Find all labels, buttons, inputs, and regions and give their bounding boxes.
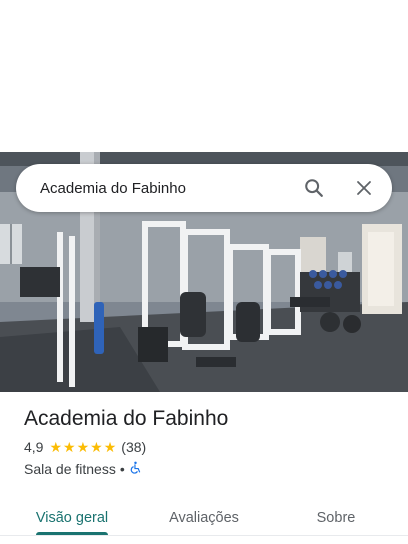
wheelchair-icon [129, 461, 142, 477]
star-icon: ★ [49, 439, 63, 455]
rating-row[interactable]: 4,9 ★ ★ ★ ★ ★ (38) [24, 439, 394, 455]
category-row: Sala de fitness • [24, 461, 394, 477]
star-icon: ★ [103, 439, 117, 455]
review-count[interactable]: (38) [121, 439, 146, 455]
tab-about[interactable]: Sobre [264, 496, 408, 540]
rating-value: 4,9 [24, 439, 44, 455]
tab-reviews[interactable]: Avaliações [144, 496, 264, 540]
search-icon[interactable] [292, 166, 336, 210]
search-bar[interactable]: Academia do Fabinho [16, 164, 392, 212]
blank-area [0, 0, 408, 152]
star-icon: ★ [63, 439, 76, 455]
divider [0, 535, 408, 536]
close-icon[interactable] [342, 166, 386, 210]
star-icon: ★ [76, 439, 90, 455]
star-rating: ★ ★ ★ ★ ★ [49, 440, 116, 454]
category-label: Sala de fitness [24, 461, 116, 477]
place-info: Academia do Fabinho 4,9 ★ ★ ★ ★ ★ (38) Sala … [24, 405, 394, 477]
place-title: Academia do Fabinho [24, 407, 229, 430]
separator: • [119, 461, 125, 477]
search-input[interactable]: Academia do Fabinho [40, 180, 292, 197]
star-icon: ★ [90, 439, 103, 455]
